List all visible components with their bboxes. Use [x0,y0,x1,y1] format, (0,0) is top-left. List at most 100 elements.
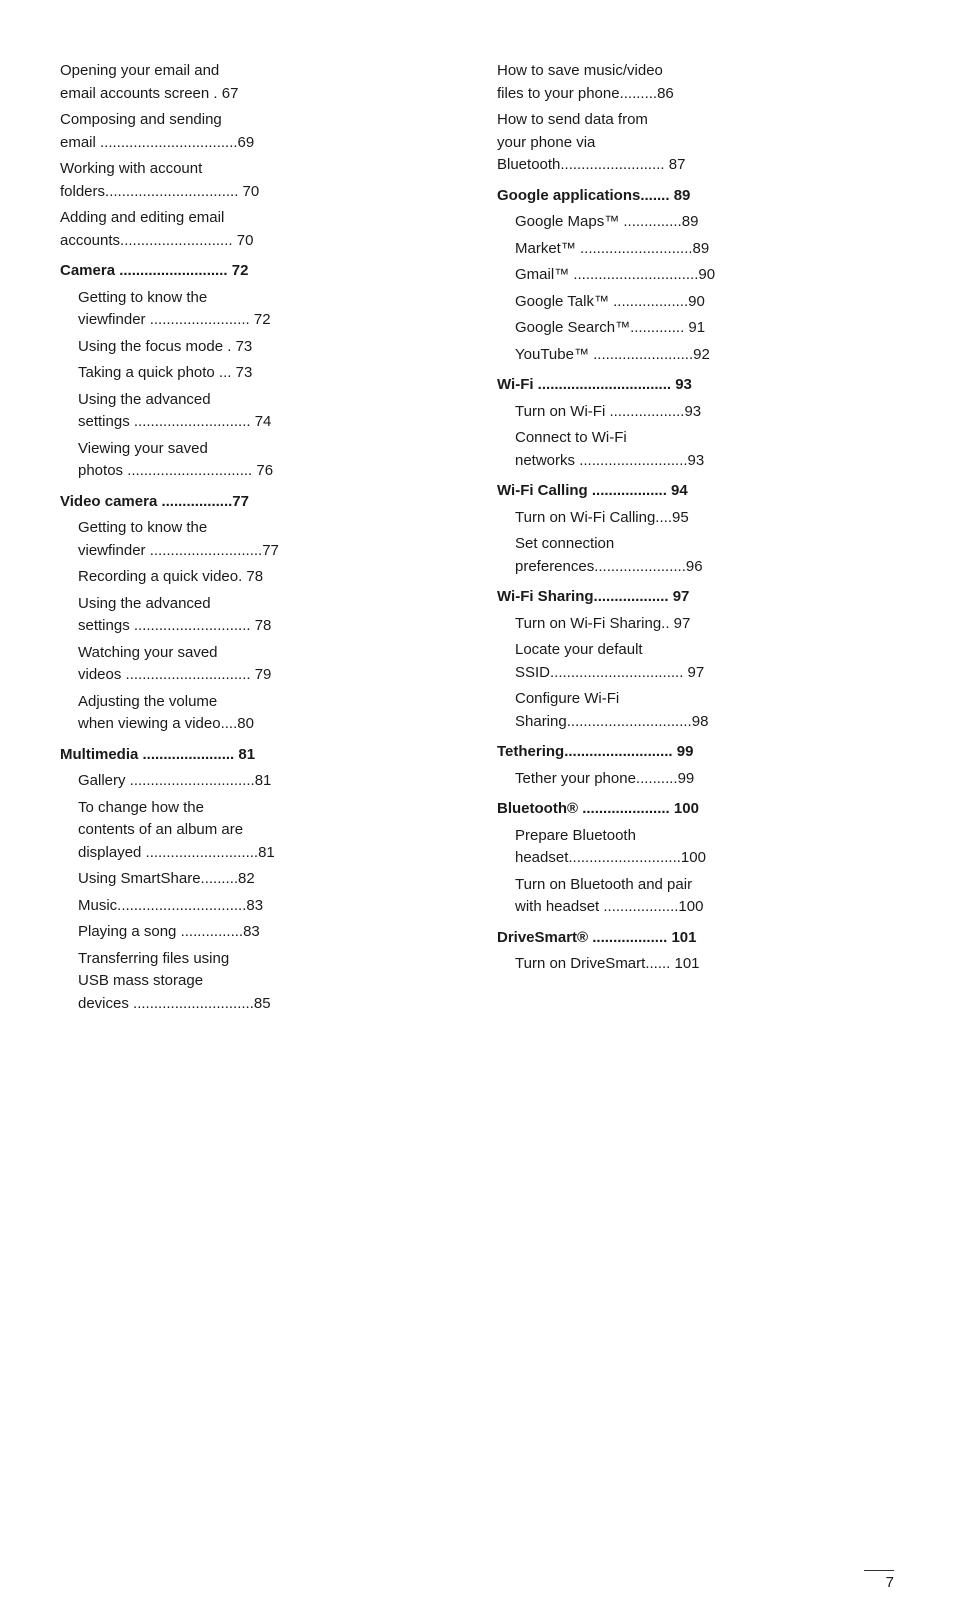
list-item: Wi-Fi ................................ 9… [497,374,894,397]
list-item: settings ............................ 74 [60,411,457,434]
list-item: Taking a quick photo ... 73 [60,362,457,385]
toc-label: Tethering.......................... 99 [497,741,894,764]
toc-block-entry16: To change how the contents of an album a… [60,797,457,865]
list-item: Google Talk™ ..................90 [497,291,894,314]
list-item: Set connection [497,533,894,556]
toc-label: email accounts screen . 67 [60,83,457,106]
toc-label: How to send data from [497,109,894,132]
toc-label: How to save music/video [497,60,894,83]
toc-label: USB mass storage [60,970,457,993]
toc-label: settings ............................ 78 [60,615,457,638]
list-item: Music...............................83 [60,895,457,918]
toc-label: Google Search™............. 91 [497,317,894,340]
toc-block-entry25: Gmail™ ..............................90 [497,264,894,287]
list-item: How to send data from [497,109,894,132]
toc-block-entry30: Connect to Wi-Fi networks ..............… [497,427,894,472]
page-container: Opening your email and email accounts sc… [0,0,954,1621]
toc-label: photos .............................. 76 [60,460,457,483]
list-item: USB mass storage [60,970,457,993]
toc-block-entry14: Adjusting the volume when viewing a vide… [60,691,457,736]
toc-label: Gallery ..............................81 [60,770,457,793]
toc-label: Google Maps™ ..............89 [497,211,894,234]
list-item: Google Maps™ ..............89 [497,211,894,234]
list-item: Turn on Wi-Fi Calling....95 [497,507,894,530]
toc-block-entry3: Working with account folders............… [60,158,457,203]
toc-label: headset...........................100 [497,847,894,870]
list-item: videos .............................. 79 [60,664,457,687]
toc-label: Wi-Fi Sharing.................. 97 [497,586,894,609]
toc-label: Wi-Fi ................................ 9… [497,374,894,397]
toc-label: videos .............................. 79 [60,664,457,687]
toc-label: Music...............................83 [60,895,457,918]
toc-block-entry21: How to save music/video files to your ph… [497,60,894,105]
toc-label: Using SmartShare.........82 [60,868,457,891]
list-item: Playing a song ...............83 [60,921,457,944]
list-item: with headset ..................100 [497,896,894,919]
list-item: How to save music/video [497,60,894,83]
list-item: Working with account [60,158,457,181]
toc-label: Locate your default [497,639,894,662]
toc-block-entry32: Set connection preferences..............… [497,533,894,578]
list-item: files to your phone.........86 [497,83,894,106]
toc-block-wifi-calling: Wi-Fi Calling .................. 94 [497,480,894,503]
toc-block-drivesmart: DriveSmart® .................. 101 [497,927,894,950]
toc-label: Turn on Bluetooth and pair [497,874,894,897]
toc-label: viewfinder ........................ 72 [60,309,457,332]
toc-label: Gmail™ ..............................90 [497,264,894,287]
toc-block-bluetooth: Bluetooth® ..................... 100 [497,798,894,821]
list-item: Google applications....... 89 [497,185,894,208]
toc-block-entry15: Gallery ..............................81 [60,770,457,793]
toc-label: with headset ..................100 [497,896,894,919]
toc-label: Bluetooth® ..................... 100 [497,798,894,821]
toc-label: Taking a quick photo ... 73 [60,362,457,385]
toc-label: Using the focus mode . 73 [60,336,457,359]
toc-block-entry18: Music...............................83 [60,895,457,918]
list-item: Gallery ..............................81 [60,770,457,793]
list-item: Bluetooth......................... 87 [497,154,894,177]
toc-block-entry37: Prepare Bluetooth headset...............… [497,825,894,870]
toc-label: Getting to know the [60,517,457,540]
toc-label: folders................................ … [60,181,457,204]
toc-label: Playing a song ...............83 [60,921,457,944]
toc-label: Adjusting the volume [60,691,457,714]
list-item: Turn on Wi-Fi ..................93 [497,401,894,424]
toc-label: Turn on DriveSmart...... 101 [497,953,894,976]
list-item: contents of an album are [60,819,457,842]
toc-label: Bluetooth......................... 87 [497,154,894,177]
list-item: Bluetooth® ..................... 100 [497,798,894,821]
toc-block-entry24: Market™ ...........................89 [497,238,894,261]
list-item: Sharing..............................98 [497,711,894,734]
list-item: email .................................6… [60,132,457,155]
list-item: Wi-Fi Calling .................. 94 [497,480,894,503]
toc-label: Composing and sending [60,109,457,132]
toc-label: Using the advanced [60,389,457,412]
toc-label: Opening your email and [60,60,457,83]
toc-label: Prepare Bluetooth [497,825,894,848]
list-item: viewfinder ........................ 72 [60,309,457,332]
list-item: Turn on DriveSmart...... 101 [497,953,894,976]
page-divider [864,1570,894,1571]
toc-block-entry8: Using the advanced settings ............… [60,389,457,434]
toc-label: your phone via [497,132,894,155]
list-item: Tether your phone..........99 [497,768,894,791]
list-item: Video camera .................77 [60,491,457,514]
list-item: Camera .......................... 72 [60,260,457,283]
list-item: Market™ ...........................89 [497,238,894,261]
toc-label: Configure Wi-Fi [497,688,894,711]
toc-block-entry2: Composing and sending email ............… [60,109,457,154]
toc-label: Transferring files using [60,948,457,971]
toc-block-wifi-sharing: Wi-Fi Sharing.................. 97 [497,586,894,609]
toc-block-entry33: Turn on Wi-Fi Sharing.. 97 [497,613,894,636]
list-item: your phone via [497,132,894,155]
toc-block-entry9: Viewing your saved photos ..............… [60,438,457,483]
list-item: SSID................................ 97 [497,662,894,685]
toc-block-multimedia: Multimedia ...................... 81 [60,744,457,767]
toc-label: Getting to know the [60,287,457,310]
list-item: DriveSmart® .................. 101 [497,927,894,950]
list-item: Viewing your saved [60,438,457,461]
toc-label: devices .............................85 [60,993,457,1016]
right-column: How to save music/video files to your ph… [497,60,894,980]
list-item: headset...........................100 [497,847,894,870]
toc-label: Viewing your saved [60,438,457,461]
toc-label: Connect to Wi-Fi [497,427,894,450]
